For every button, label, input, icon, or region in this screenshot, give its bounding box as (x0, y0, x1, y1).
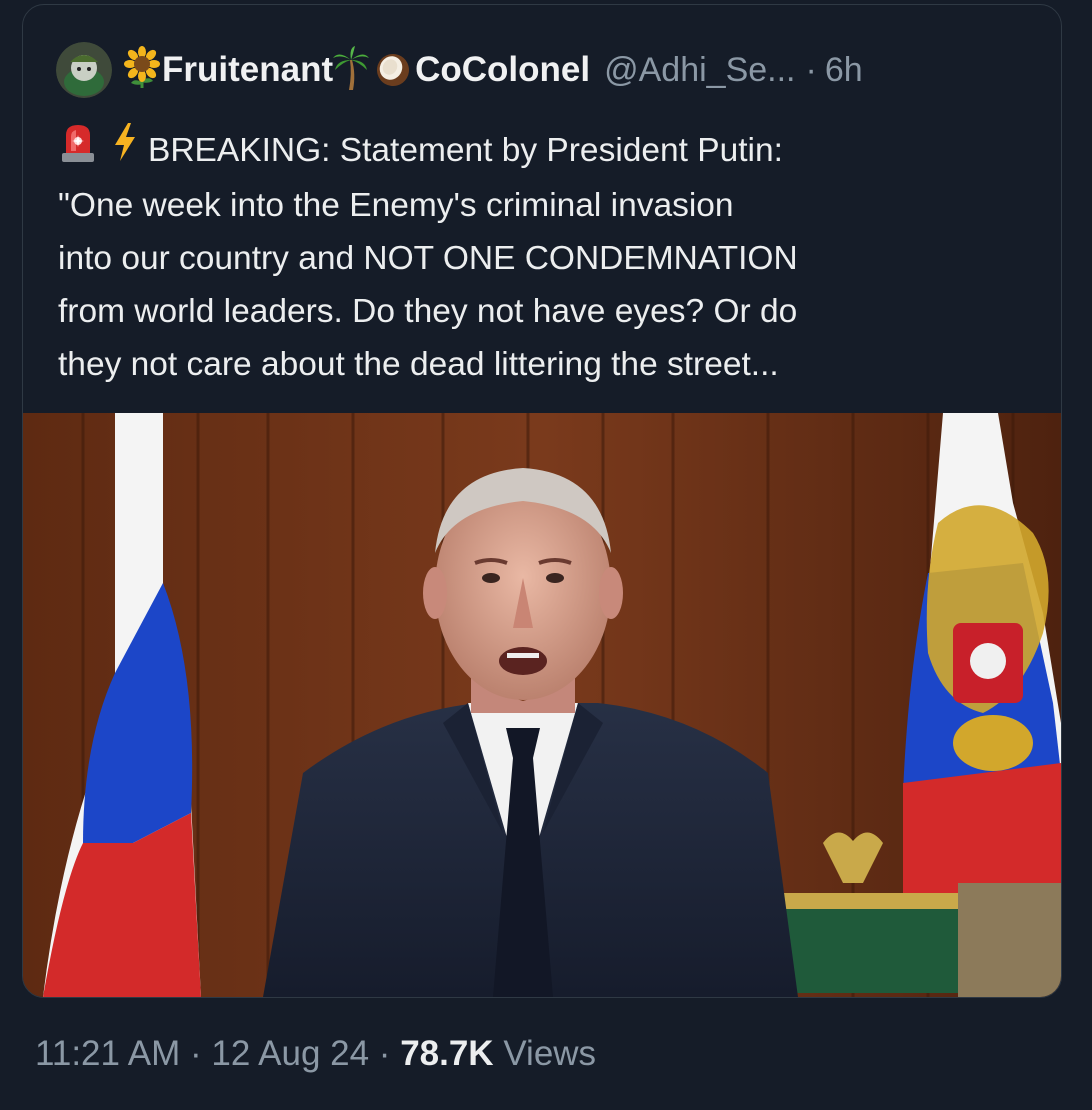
tweet-card[interactable]: Fruitenant CoColonel @Adhi_Se... · 6h BR… (22, 4, 1062, 998)
tweet-text-line-1-content: BREAKING: Statement by President Putin: (148, 131, 783, 169)
display-name-part2[interactable]: CoColonel (415, 50, 590, 90)
siren-icon (58, 121, 98, 179)
sunflower-icon (122, 45, 162, 95)
footer-separator-2: · (378, 1034, 391, 1073)
tweet-text-line-1: BREAKING: Statement by President Putin: (58, 121, 1038, 179)
coconut-icon (375, 48, 411, 93)
tweet-footer: 11:21 AM · 12 Aug 24 · 78.7K Views (35, 1034, 596, 1074)
tweet-text-line-5: they not care about the dead littering t… (58, 346, 779, 383)
display-name-part1[interactable]: Fruitenant (162, 50, 333, 90)
views-count[interactable]: 78.7K (400, 1034, 493, 1073)
tweet-text-line-2: "One week into the Enemy's criminal inva… (58, 187, 734, 224)
post-time[interactable]: 11:21 AM (35, 1034, 180, 1073)
user-handle[interactable]: @Adhi_Se... (604, 51, 795, 90)
avatar[interactable] (56, 42, 112, 98)
views-label: Views (503, 1034, 597, 1073)
lightning-icon (112, 122, 138, 178)
tweet-text: BREAKING: Statement by President Putin: … (58, 121, 1038, 391)
post-date[interactable]: 12 Aug 24 (211, 1034, 369, 1073)
relative-time[interactable]: 6h (825, 51, 863, 90)
tweet-text-line-4: from world leaders. Do they not have eye… (58, 293, 798, 330)
header-separator: · (805, 50, 817, 89)
tweet-media-image[interactable] (23, 413, 1061, 997)
palm-tree-icon (333, 45, 370, 95)
tweet-text-line-3: into our country and NOT ONE CONDEMNATIO… (58, 240, 798, 277)
tweet-header: Fruitenant CoColonel @Adhi_Se... · 6h (56, 38, 1041, 102)
footer-separator-1: · (190, 1034, 202, 1073)
